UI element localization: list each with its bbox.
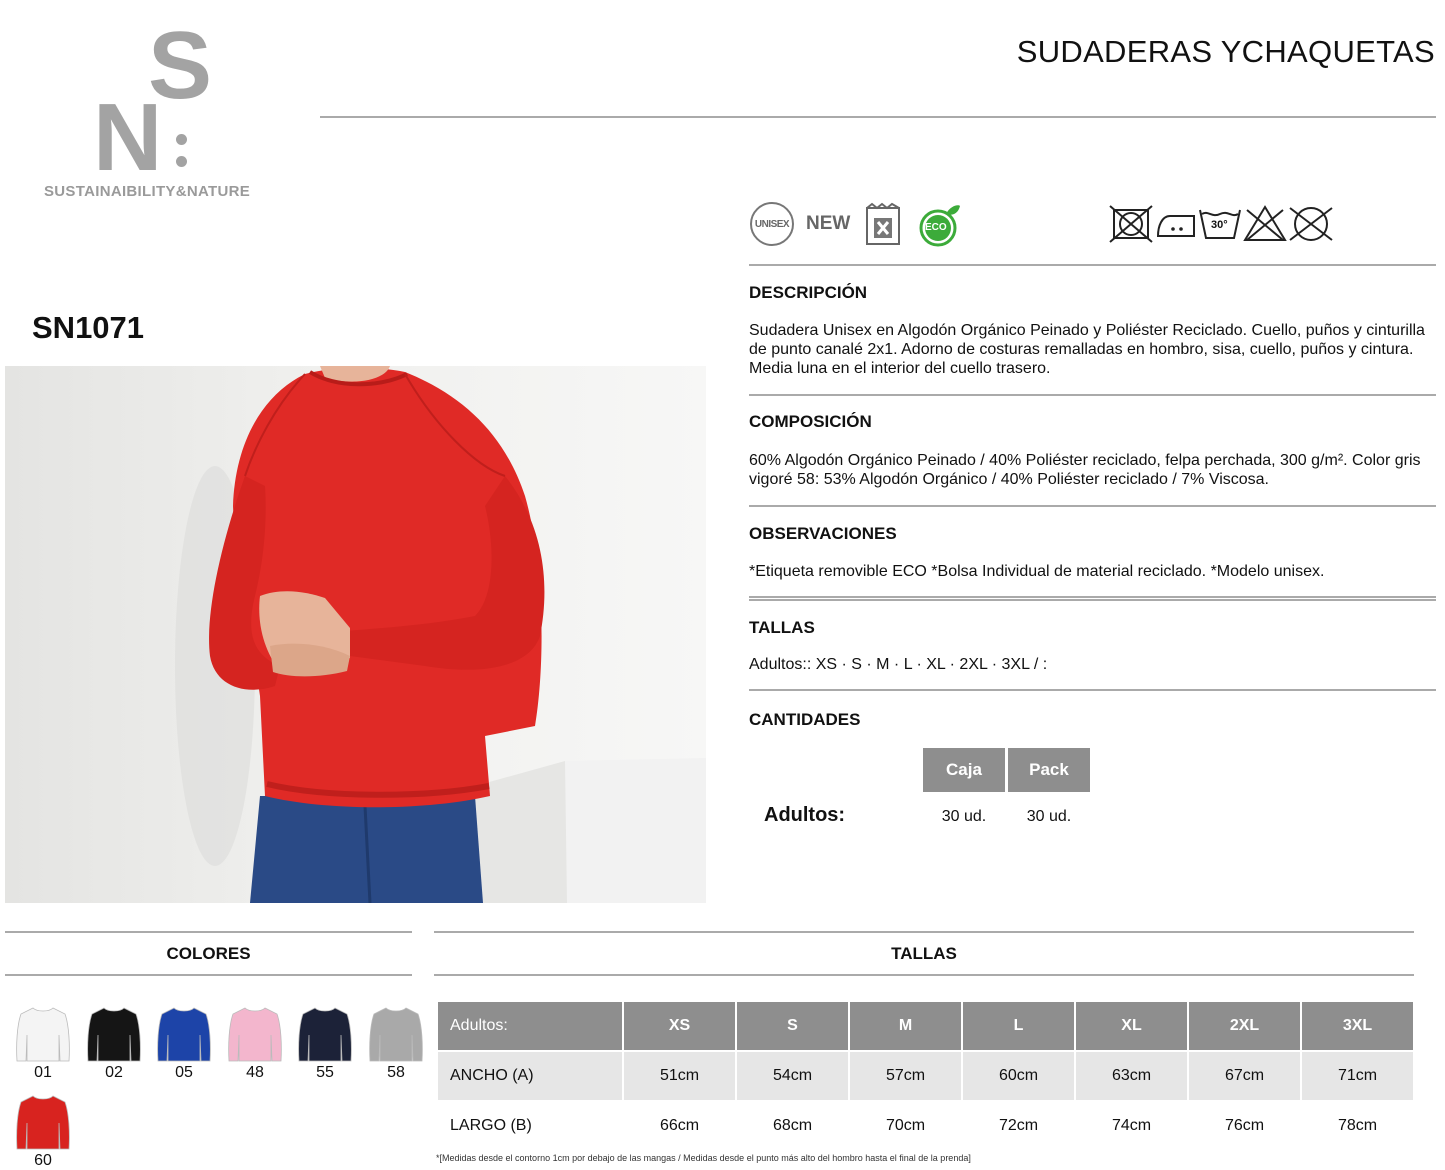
sweatshirt-icon — [369, 1007, 423, 1062]
table-cell: 72cm — [963, 1102, 1074, 1150]
colors-title: COLORES — [166, 944, 251, 963]
section-title-composicion: COMPOSICIÓN — [749, 412, 872, 431]
table-cell: 63cm — [1076, 1052, 1187, 1100]
sweatshirt-icon — [16, 1007, 70, 1062]
product-photo — [5, 366, 706, 903]
table-cell: 60cm — [963, 1052, 1074, 1100]
size-header-cell: XS — [624, 1002, 735, 1050]
size-header-cell: 2XL — [1189, 1002, 1300, 1050]
size-table: Adultos: XS S M L XL 2XL 3XL ANCHO (A) 5… — [436, 1000, 1415, 1152]
model-sweatshirt-illustration — [175, 366, 706, 903]
quantity-value-caja: 30 ud. — [941, 808, 987, 825]
no-dry-clean-icon — [1108, 204, 1154, 249]
removable-label-icon — [864, 202, 902, 251]
quantity-row-label: Adultos: — [764, 804, 846, 826]
wash-30-icon: 30° — [1198, 206, 1242, 245]
page-title: SUDADERAS YCHAQUETAS — [1016, 34, 1435, 69]
size-header-cell: 3XL — [1302, 1002, 1413, 1050]
color-code-label: 01 — [34, 1064, 52, 1081]
sizes-title: TALLAS — [891, 944, 957, 963]
table-row: ANCHO (A) 51cm 54cm 57cm 60cm 63cm 67cm … — [438, 1052, 1413, 1100]
new-badge-label: NEW — [806, 213, 851, 234]
table-cell: 51cm — [624, 1052, 735, 1100]
color-swatch-48[interactable] — [227, 1005, 283, 1067]
wash-temperature: 30° — [1211, 219, 1228, 231]
section-title-descripcion: DESCRIPCIÓN — [749, 283, 868, 302]
sweatshirt-icon — [87, 1007, 141, 1062]
size-header-cell: M — [850, 1002, 961, 1050]
section-text-observaciones: *Etiqueta removible ECO *Bolsa Individua… — [749, 563, 1325, 580]
sweatshirt-icon — [16, 1095, 70, 1150]
size-header-cell: XL — [1076, 1002, 1187, 1050]
color-code-label: 55 — [316, 1064, 334, 1081]
color-swatch-01[interactable] — [15, 1005, 71, 1067]
iron-low-icon — [1156, 208, 1196, 245]
table-cell: 68cm — [737, 1102, 848, 1150]
table-cell: 76cm — [1189, 1102, 1300, 1150]
section-divider — [749, 505, 1436, 507]
table-cell: 78cm — [1302, 1102, 1413, 1150]
table-cell: 67cm — [1189, 1052, 1300, 1100]
color-code-label: 48 — [246, 1064, 264, 1081]
table-cell: 71cm — [1302, 1052, 1413, 1100]
table-cell: 74cm — [1076, 1102, 1187, 1150]
sizes-divider-bottom — [434, 974, 1414, 976]
new-badge-icon: NEW — [806, 213, 850, 235]
colors-divider-top — [5, 931, 412, 933]
table-row: LARGO (B) 66cm 68cm 70cm 72cm 74cm 76cm … — [438, 1102, 1413, 1150]
section-divider — [749, 689, 1436, 691]
color-code-label: 60 — [34, 1152, 52, 1169]
size-header-cell: S — [737, 1002, 848, 1050]
table-cell: 57cm — [850, 1052, 961, 1100]
size-header-cell: L — [963, 1002, 1074, 1050]
quantity-value-pack: 30 ud. — [1026, 808, 1072, 825]
sweatshirt-icon — [228, 1007, 282, 1062]
quantity-header-pack: Pack — [1008, 748, 1090, 792]
size-table-header-row: Adultos: XS S M L XL 2XL 3XL — [438, 1002, 1413, 1050]
section-divider — [749, 394, 1436, 396]
no-bleach-icon — [1243, 204, 1287, 247]
header-divider — [320, 116, 1436, 118]
table-cell: 66cm — [624, 1102, 735, 1150]
eco-leaf-icon: ECO — [916, 202, 962, 253]
table-cell: 70cm — [850, 1102, 961, 1150]
color-code-label: 05 — [175, 1064, 193, 1081]
color-code-label: 58 — [387, 1064, 405, 1081]
color-swatch-02[interactable] — [86, 1005, 142, 1067]
sweatshirt-icon — [298, 1007, 352, 1062]
eco-badge-label: ECO — [925, 222, 947, 233]
section-divider — [749, 596, 1436, 598]
row-label-largo: LARGO (B) — [438, 1102, 622, 1150]
colors-divider-bottom — [5, 974, 412, 976]
row-label-ancho: ANCHO (A) — [438, 1052, 622, 1100]
color-code-label: 02 — [105, 1064, 123, 1081]
quantity-header-caja: Caja — [923, 748, 1005, 792]
section-title-tallas: TALLAS — [749, 618, 815, 637]
badges-divider — [749, 264, 1436, 266]
no-tumble-dry-icon — [1288, 204, 1334, 249]
logo-dot-icon — [176, 156, 187, 167]
table-cell: 54cm — [737, 1052, 848, 1100]
section-text-descripcion: Sudadera Unisex en Algodón Orgánico Pein… — [749, 322, 1425, 377]
unisex-badge-icon: UNISEX — [750, 202, 794, 246]
color-swatch-55[interactable] — [297, 1005, 353, 1067]
section-title-cantidades: CANTIDADES — [749, 710, 861, 729]
sweatshirt-icon — [157, 1007, 211, 1062]
size-table-header-label: Adultos: — [438, 1002, 622, 1050]
product-code: SN1071 — [32, 310, 145, 345]
color-swatch-05[interactable] — [156, 1005, 212, 1067]
section-text-composicion: 60% Algodón Orgánico Peinado / 40% Polié… — [749, 452, 1421, 488]
section-divider — [749, 599, 1436, 601]
logo-monogram-n: N — [93, 84, 163, 191]
sizes-divider-top — [434, 931, 1414, 933]
color-swatch-58[interactable] — [368, 1005, 424, 1067]
section-text-tallas: Adultos:: XS · S · M · L · XL · 2XL · 3X… — [749, 656, 1048, 673]
logo-dot-icon — [176, 134, 187, 145]
color-swatch-60[interactable] — [15, 1093, 71, 1155]
brand-tagline: SUSTAINAIBILITY&NATURE — [44, 183, 251, 200]
unisex-badge-label: UNISEX — [754, 218, 790, 230]
section-title-observaciones: OBSERVACIONES — [749, 524, 897, 543]
